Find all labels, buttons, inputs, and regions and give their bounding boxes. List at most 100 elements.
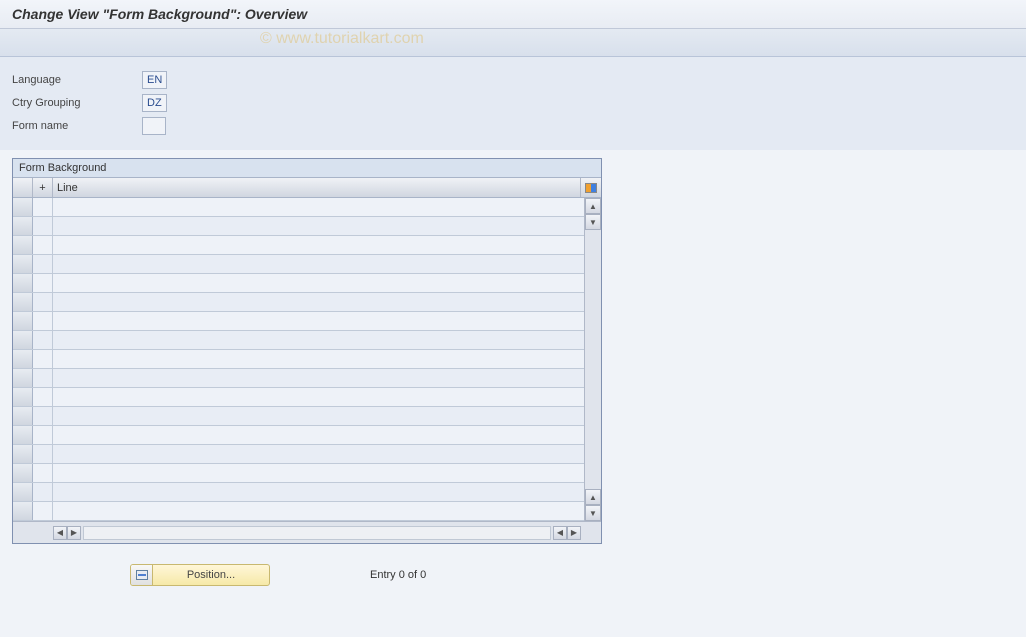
form-name-input[interactable] (142, 117, 166, 135)
row-selector[interactable] (13, 293, 33, 311)
row-selector[interactable] (13, 464, 33, 482)
table-row[interactable] (13, 445, 584, 464)
row-selector[interactable] (13, 274, 33, 292)
form-name-label: Form name (12, 118, 142, 134)
row-line-cell[interactable] (53, 407, 584, 425)
vertical-scrollbar[interactable]: ▲ ▼ ▲ ▼ (584, 198, 601, 521)
row-plus-cell[interactable] (33, 217, 53, 235)
table-row[interactable] (13, 407, 584, 426)
hscroll-track[interactable] (83, 526, 551, 540)
row-plus-cell[interactable] (33, 445, 53, 463)
row-plus-cell[interactable] (33, 198, 53, 216)
table-row[interactable] (13, 369, 584, 388)
field-row-ctry: Ctry Grouping DZ (12, 92, 1014, 114)
row-selector[interactable] (13, 369, 33, 387)
table-row[interactable] (13, 350, 584, 369)
row-plus-cell[interactable] (33, 312, 53, 330)
row-line-cell[interactable] (53, 331, 584, 349)
ctry-grouping-input[interactable]: DZ (142, 94, 167, 112)
row-selector[interactable] (13, 426, 33, 444)
row-plus-cell[interactable] (33, 331, 53, 349)
row-line-cell[interactable] (53, 274, 584, 292)
form-background-table: Form Background + Line ▲ ▼ ▲ ▼ ◀ ▶ ◀ ▶ (12, 158, 602, 544)
table-settings-icon (585, 183, 597, 193)
table-body: ▲ ▼ ▲ ▼ (13, 198, 601, 521)
row-line-cell[interactable] (53, 369, 584, 387)
row-plus-cell[interactable] (33, 293, 53, 311)
row-selector[interactable] (13, 445, 33, 463)
row-plus-cell[interactable] (33, 407, 53, 425)
table-row[interactable] (13, 331, 584, 350)
table-row[interactable] (13, 217, 584, 236)
column-selector[interactable] (13, 178, 33, 197)
scroll-up2-icon[interactable]: ▲ (585, 489, 601, 505)
hscroll-left2-icon[interactable]: ◀ (553, 526, 567, 540)
table-row[interactable] (13, 388, 584, 407)
column-line[interactable]: Line (53, 178, 581, 197)
table-row[interactable] (13, 483, 584, 502)
ctry-grouping-label: Ctry Grouping (12, 95, 142, 111)
row-selector[interactable] (13, 236, 33, 254)
table-title: Form Background (13, 159, 601, 178)
table-row[interactable] (13, 464, 584, 483)
table-row[interactable] (13, 255, 584, 274)
table-row[interactable] (13, 198, 584, 217)
row-plus-cell[interactable] (33, 274, 53, 292)
scroll-down2-icon[interactable]: ▼ (585, 505, 601, 521)
row-line-cell[interactable] (53, 464, 584, 482)
application-toolbar (0, 29, 1026, 57)
table-row[interactable] (13, 293, 584, 312)
row-selector[interactable] (13, 407, 33, 425)
scroll-up-icon[interactable]: ▲ (585, 198, 601, 214)
page-title: Change View "Form Background": Overview (0, 0, 1026, 29)
row-selector[interactable] (13, 483, 33, 501)
column-plus[interactable]: + (33, 178, 53, 197)
row-selector[interactable] (13, 255, 33, 273)
table-settings-button[interactable] (581, 178, 601, 197)
row-line-cell[interactable] (53, 483, 584, 501)
row-selector[interactable] (13, 502, 33, 520)
table-row[interactable] (13, 502, 584, 521)
row-plus-cell[interactable] (33, 255, 53, 273)
row-plus-cell[interactable] (33, 464, 53, 482)
row-line-cell[interactable] (53, 217, 584, 235)
hscroll-left-icon[interactable]: ◀ (53, 526, 67, 540)
row-line-cell[interactable] (53, 445, 584, 463)
row-selector[interactable] (13, 312, 33, 330)
entry-status: Entry 0 of 0 (370, 569, 426, 581)
horizontal-scrollbar[interactable]: ◀ ▶ ◀ ▶ (13, 521, 601, 543)
row-selector[interactable] (13, 350, 33, 368)
row-line-cell[interactable] (53, 255, 584, 273)
row-plus-cell[interactable] (33, 369, 53, 387)
language-input[interactable]: EN (142, 71, 167, 89)
selection-form: Language EN Ctry Grouping DZ Form name (0, 57, 1026, 150)
row-plus-cell[interactable] (33, 350, 53, 368)
row-selector[interactable] (13, 331, 33, 349)
hscroll-right-icon[interactable]: ▶ (67, 526, 81, 540)
row-plus-cell[interactable] (33, 236, 53, 254)
row-line-cell[interactable] (53, 293, 584, 311)
row-line-cell[interactable] (53, 426, 584, 444)
row-plus-cell[interactable] (33, 388, 53, 406)
row-plus-cell[interactable] (33, 426, 53, 444)
scroll-down-icon[interactable]: ▼ (585, 214, 601, 230)
row-line-cell[interactable] (53, 312, 584, 330)
position-button[interactable]: Position... (130, 564, 270, 586)
row-plus-cell[interactable] (33, 483, 53, 501)
table-row[interactable] (13, 236, 584, 255)
field-row-formname: Form name (12, 115, 1014, 137)
row-line-cell[interactable] (53, 236, 584, 254)
row-selector[interactable] (13, 198, 33, 216)
row-selector[interactable] (13, 388, 33, 406)
row-line-cell[interactable] (53, 198, 584, 216)
row-plus-cell[interactable] (33, 502, 53, 520)
row-selector[interactable] (13, 217, 33, 235)
position-label: Position... (153, 569, 269, 581)
row-line-cell[interactable] (53, 502, 584, 520)
table-row[interactable] (13, 274, 584, 293)
hscroll-right2-icon[interactable]: ▶ (567, 526, 581, 540)
row-line-cell[interactable] (53, 388, 584, 406)
table-row[interactable] (13, 426, 584, 445)
table-row[interactable] (13, 312, 584, 331)
row-line-cell[interactable] (53, 350, 584, 368)
